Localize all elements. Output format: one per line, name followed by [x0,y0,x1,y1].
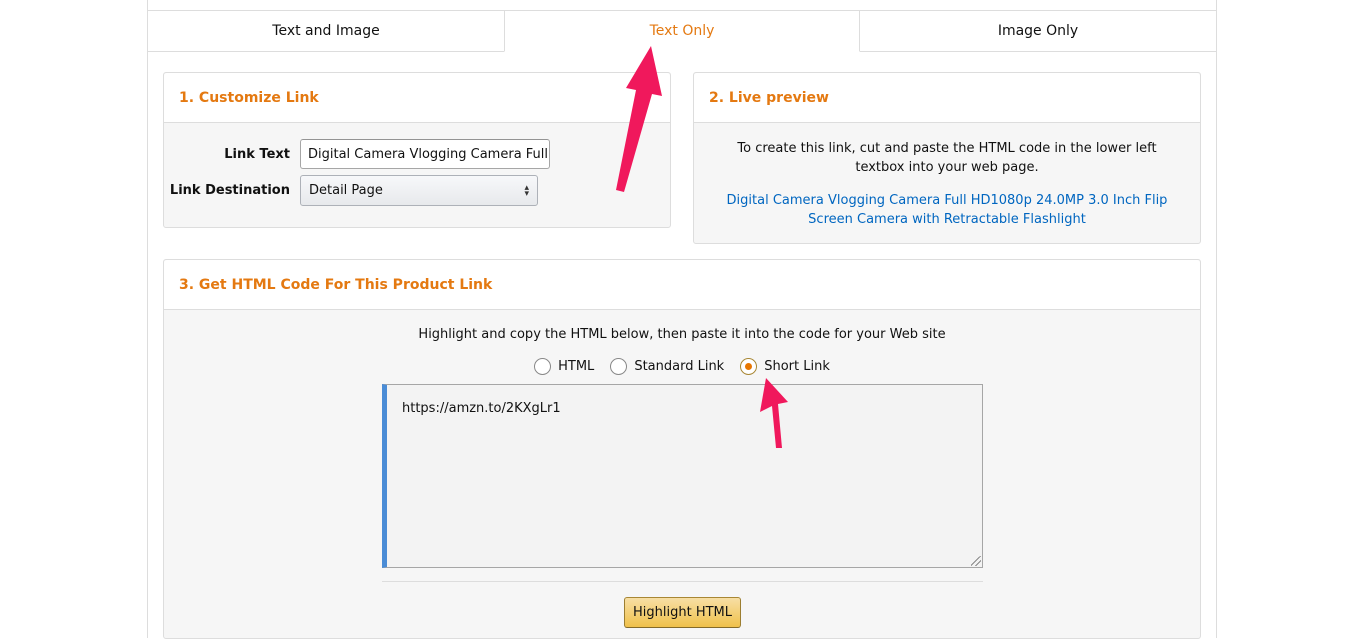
tab-text-only[interactable]: Text Only [504,10,860,52]
radio-standard-link-label: Standard Link [634,359,725,374]
live-preview-panel: 2. Live preview To create this link, cut… [693,72,1201,244]
html-code-textarea[interactable]: https://amzn.to/2KXgLr1 [382,384,983,568]
radio-selected-dot [745,363,753,370]
link-destination-value: Detail Page [309,183,383,198]
preview-product-link[interactable]: Digital Camera Vlogging Camera Full HD10… [714,191,1180,229]
select-arrows-icon: ▴ ▾ [524,182,529,199]
divider [382,581,983,582]
radio-html-circle[interactable] [534,358,552,375]
live-preview-title: 2. Live preview [694,73,1200,123]
radio-short-link-circle[interactable] [740,358,758,375]
html-code-value: https://amzn.to/2KXgLr1 [402,401,561,416]
radio-standard-link-circle[interactable] [610,358,628,375]
tab-text-and-image[interactable]: Text and Image [147,10,504,52]
link-type-tabs: Text and Image Text Only Image Only [147,10,1217,52]
link-text-label: Link Text [224,146,290,162]
radio-short-link[interactable]: Short Link [740,358,830,375]
link-format-options: HTML Standard Link Short Link [164,358,1200,375]
html-code-instructions: Highlight and copy the HTML below, then … [418,327,946,342]
link-text-input[interactable]: Digital Camera Vlogging Camera Full HD [300,139,550,169]
radio-standard-link[interactable]: Standard Link [610,358,724,375]
highlight-html-button[interactable]: Highlight HTML [624,597,741,628]
link-text-row: Link Text Digital Camera Vlogging Camera… [164,139,550,169]
get-html-code-panel: 3. Get HTML Code For This Product Link H… [163,259,1201,639]
customize-link-title: 1. Customize Link [164,73,670,123]
preview-instructions: To create this link, cut and paste the H… [737,141,1157,175]
radio-short-link-label: Short Link [764,359,830,374]
customize-link-panel: 1. Customize Link Link Text Digital Came… [163,72,671,228]
link-destination-label: Link Destination [169,183,290,198]
link-destination-row: Link Destination Detail Page ▴ ▾ [164,175,538,206]
radio-html[interactable]: HTML [534,358,594,375]
link-destination-select[interactable]: Detail Page ▴ ▾ [300,175,538,206]
resize-grip-icon[interactable] [971,556,981,566]
tab-image-only[interactable]: Image Only [860,10,1217,52]
radio-html-label: HTML [558,359,595,374]
get-html-code-title: 3. Get HTML Code For This Product Link [164,260,1200,310]
